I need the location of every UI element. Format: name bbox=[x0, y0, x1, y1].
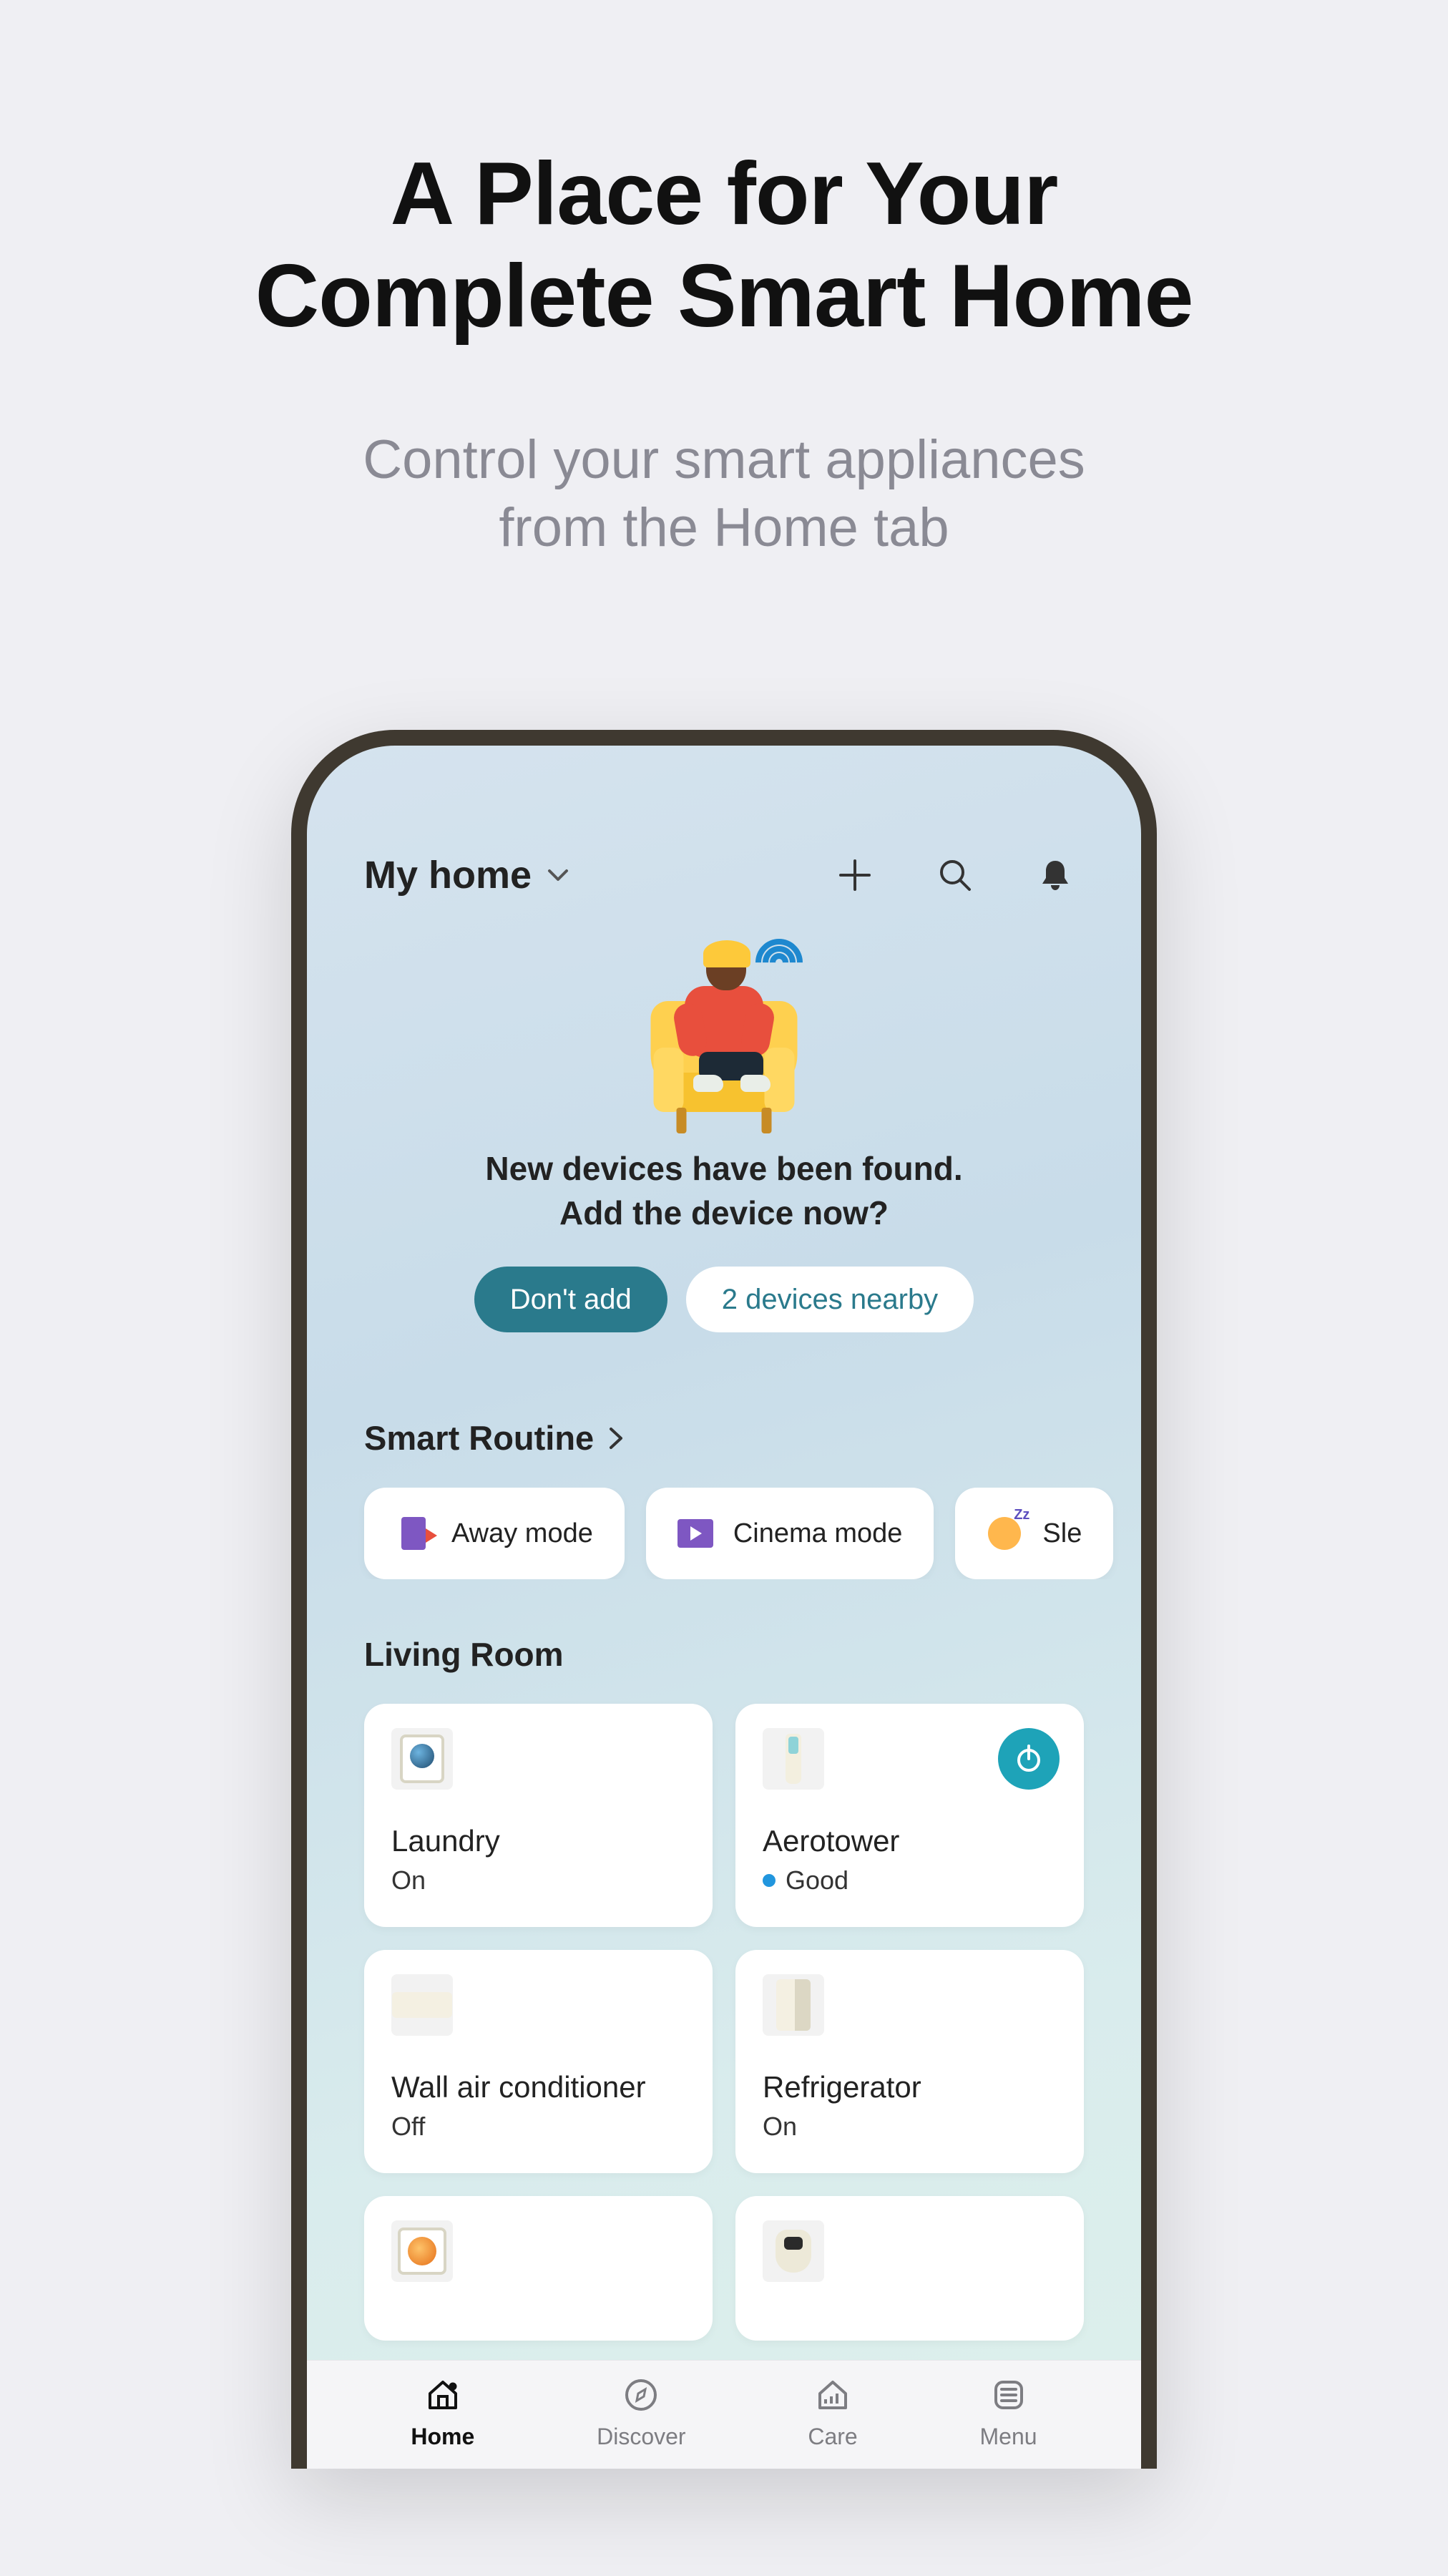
device-name: Wall air conditioner bbox=[391, 2070, 685, 2104]
routines-row[interactable]: Away mode Cinema mode Sle bbox=[307, 1488, 1141, 1579]
laundry-icon bbox=[391, 1728, 453, 1790]
room-title: Living Room bbox=[307, 1635, 1141, 1674]
device-cards: Laundry On Aerotower bbox=[307, 1704, 1141, 2341]
hero-sub-line1: Control your smart appliances bbox=[363, 429, 1085, 490]
power-icon bbox=[1013, 1743, 1045, 1775]
robot-icon bbox=[763, 2220, 824, 2282]
phone-frame: My home bbox=[291, 730, 1157, 2469]
nav-label: Discover bbox=[597, 2424, 685, 2450]
device-status: Good bbox=[763, 1865, 1057, 1896]
topbar: My home bbox=[307, 853, 1141, 897]
bell-icon bbox=[1037, 857, 1074, 894]
nav-label: Menu bbox=[980, 2424, 1037, 2450]
banner-line2: Add the device now? bbox=[307, 1191, 1141, 1235]
device-name: Refrigerator bbox=[763, 2070, 1057, 2104]
device-status-text: Good bbox=[786, 1865, 848, 1896]
device-card-ac[interactable]: Wall air conditioner Off bbox=[364, 1950, 713, 2173]
nav-label: Care bbox=[808, 2424, 857, 2450]
device-status: Off bbox=[391, 2112, 685, 2142]
home-selector-label: My home bbox=[364, 853, 532, 897]
smart-routine-header[interactable]: Smart Routine bbox=[307, 1418, 1141, 1458]
nav-home[interactable]: Home bbox=[411, 2375, 474, 2450]
device-card-partial-right[interactable] bbox=[735, 2196, 1084, 2341]
notifications-button[interactable] bbox=[1035, 855, 1075, 895]
add-button[interactable] bbox=[835, 855, 875, 895]
aerotower-icon bbox=[763, 1728, 824, 1790]
search-button[interactable] bbox=[935, 855, 975, 895]
smart-routine-label: Smart Routine bbox=[364, 1418, 594, 1458]
routine-label: Sle bbox=[1042, 1518, 1082, 1549]
device-card-laundry[interactable]: Laundry On bbox=[364, 1704, 713, 1927]
compass-icon bbox=[621, 2375, 661, 2415]
hero-title: A Place for Your Complete Smart Home bbox=[0, 143, 1448, 347]
routine-sleep-mode[interactable]: Sle bbox=[955, 1488, 1113, 1579]
care-icon bbox=[813, 2375, 853, 2415]
dont-add-button[interactable]: Don't add bbox=[474, 1267, 667, 1332]
routine-cinema-mode[interactable]: Cinema mode bbox=[646, 1488, 934, 1579]
device-name: Laundry bbox=[391, 1824, 685, 1858]
nav-care[interactable]: Care bbox=[808, 2375, 857, 2450]
wifi-icon bbox=[765, 937, 818, 986]
device-card-partial-left[interactable] bbox=[364, 2196, 713, 2341]
devices-nearby-button[interactable]: 2 devices nearby bbox=[686, 1267, 974, 1332]
search-icon bbox=[936, 857, 974, 894]
bottom-nav: Home Discover Care bbox=[307, 2360, 1141, 2469]
routine-label: Away mode bbox=[451, 1518, 593, 1549]
hero-subtitle: Control your smart appliances from the H… bbox=[0, 426, 1448, 562]
hero-sub-line2: from the Home tab bbox=[499, 497, 949, 558]
device-status: On bbox=[391, 1865, 685, 1896]
away-mode-icon bbox=[396, 1516, 431, 1551]
refrigerator-icon bbox=[763, 1974, 824, 2036]
status-dot-icon bbox=[763, 1874, 776, 1887]
cinema-mode-icon bbox=[677, 1519, 713, 1548]
device-card-aerotower[interactable]: Aerotower Good bbox=[735, 1704, 1084, 1927]
banner-line1: New devices have been found. bbox=[307, 1146, 1141, 1191]
nav-menu[interactable]: Menu bbox=[980, 2375, 1037, 2450]
menu-icon bbox=[989, 2375, 1029, 2415]
home-selector[interactable]: My home bbox=[364, 853, 569, 897]
device-card-refrigerator[interactable]: Refrigerator On bbox=[735, 1950, 1084, 2173]
routine-label: Cinema mode bbox=[733, 1518, 903, 1549]
banner-illustration bbox=[641, 933, 807, 1133]
nav-discover[interactable]: Discover bbox=[597, 2375, 685, 2450]
oven-icon bbox=[391, 2220, 453, 2282]
chevron-down-icon bbox=[547, 869, 569, 882]
home-icon bbox=[423, 2375, 463, 2415]
banner-text: New devices have been found. Add the dev… bbox=[307, 1146, 1141, 1235]
ac-icon bbox=[391, 1974, 453, 2036]
chevron-right-icon bbox=[608, 1426, 624, 1450]
nav-label: Home bbox=[411, 2424, 474, 2450]
power-button[interactable] bbox=[998, 1728, 1060, 1790]
hero-title-line1: A Place for Your bbox=[391, 145, 1058, 243]
sleep-mode-icon bbox=[988, 1517, 1021, 1550]
hero-title-line2: Complete Smart Home bbox=[255, 247, 1193, 346]
device-status: On bbox=[763, 2112, 1057, 2142]
routine-away-mode[interactable]: Away mode bbox=[364, 1488, 625, 1579]
device-name: Aerotower bbox=[763, 1824, 1057, 1858]
plus-icon bbox=[836, 857, 874, 894]
